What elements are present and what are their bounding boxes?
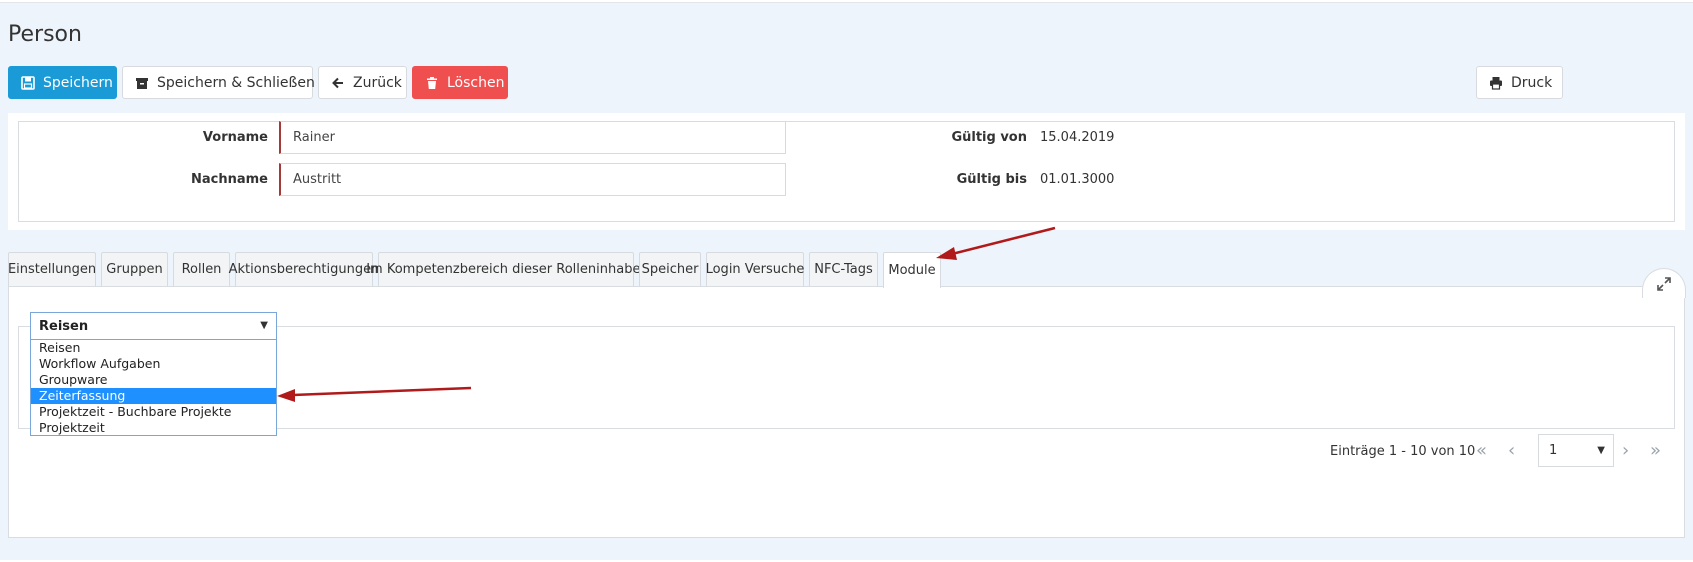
last-page-icon[interactable]: » — [1650, 440, 1661, 461]
caret-down-icon: ▼ — [1597, 445, 1605, 456]
tab-nfc-tags[interactable]: NFC-Tags — [809, 252, 878, 286]
caret-down-icon: ▼ — [260, 320, 268, 331]
valid-to-value: 01.01.3000 — [1040, 172, 1115, 187]
print-button[interactable]: Druck — [1476, 66, 1563, 99]
annotation-arrow-zeiterfassung — [277, 386, 472, 402]
delete-button-label: Löschen — [447, 74, 505, 91]
module-option-highlighted[interactable]: Zeiterfassung — [31, 388, 276, 404]
valid-to-label: Gültig bis — [956, 172, 1027, 187]
next-page-icon[interactable]: › — [1622, 440, 1629, 461]
module-option[interactable]: Projektzeit - Buchbare Projekte — [31, 404, 276, 420]
firstname-input[interactable]: Rainer — [279, 121, 786, 154]
tab-speicher[interactable]: Speicher — [639, 252, 701, 286]
valid-from-label: Gültig von — [951, 130, 1027, 145]
delete-button[interactable]: Löschen — [412, 66, 508, 99]
tab-aktionsberechtigungen[interactable]: Aktionsberechtigungen — [229, 252, 379, 286]
floppy-disk-icon — [21, 75, 35, 90]
printer-icon — [1490, 76, 1502, 90]
pagination-summary: Einträge 1 - 10 von 10 — [1330, 444, 1476, 459]
module-select-options: Reisen Workflow Aufgaben Groupware Zeite… — [30, 339, 277, 436]
back-button-label: Zurück — [353, 74, 402, 91]
save-and-close-button[interactable]: Speichern & Schließen — [122, 66, 315, 99]
first-page-icon[interactable]: « — [1476, 440, 1487, 461]
module-option[interactable]: Groupware — [31, 372, 276, 388]
firstname-label: Vorname — [202, 130, 268, 145]
print-button-label: Druck — [1511, 74, 1553, 91]
tab-kompetenzbereich[interactable]: Im Kompetenzbereich dieser Rolleninhaber — [366, 252, 646, 286]
module-option[interactable]: Projektzeit — [31, 420, 276, 436]
page-select[interactable]: 1 ▼ — [1538, 434, 1614, 467]
save-button-label: Speichern — [43, 74, 113, 91]
tab-login-versuche[interactable]: Login Versuche — [706, 252, 804, 286]
valid-from-value: 15.04.2019 — [1040, 130, 1115, 145]
trash-icon — [427, 76, 437, 89]
tab-einstellungen[interactable]: Einstellungen — [8, 252, 96, 286]
page-select-value: 1 — [1549, 443, 1558, 458]
tab-gruppen[interactable]: Gruppen — [101, 252, 168, 286]
save-button[interactable]: Speichern — [8, 66, 117, 99]
module-select-value: Reisen — [39, 318, 89, 334]
module-option[interactable]: Workflow Aufgaben — [31, 356, 276, 372]
lastname-label: Nachname — [190, 172, 268, 187]
previous-page-icon[interactable]: ‹ — [1508, 440, 1515, 461]
tab-rollen[interactable]: Rollen — [173, 252, 230, 286]
save-and-close-button-label: Speichern & Schließen — [157, 74, 315, 91]
annotation-arrow-module-tab — [936, 226, 1056, 260]
lastname-input[interactable]: Austritt — [279, 163, 786, 196]
page-title: Person — [8, 22, 82, 47]
archive-box-icon — [136, 77, 148, 89]
module-option[interactable]: Reisen — [31, 340, 276, 356]
arrow-left-icon — [332, 77, 343, 88]
module-select[interactable]: Reisen ▼ — [30, 312, 277, 340]
back-button[interactable]: Zurück — [318, 66, 407, 99]
expand-arrows-icon — [1657, 276, 1671, 291]
